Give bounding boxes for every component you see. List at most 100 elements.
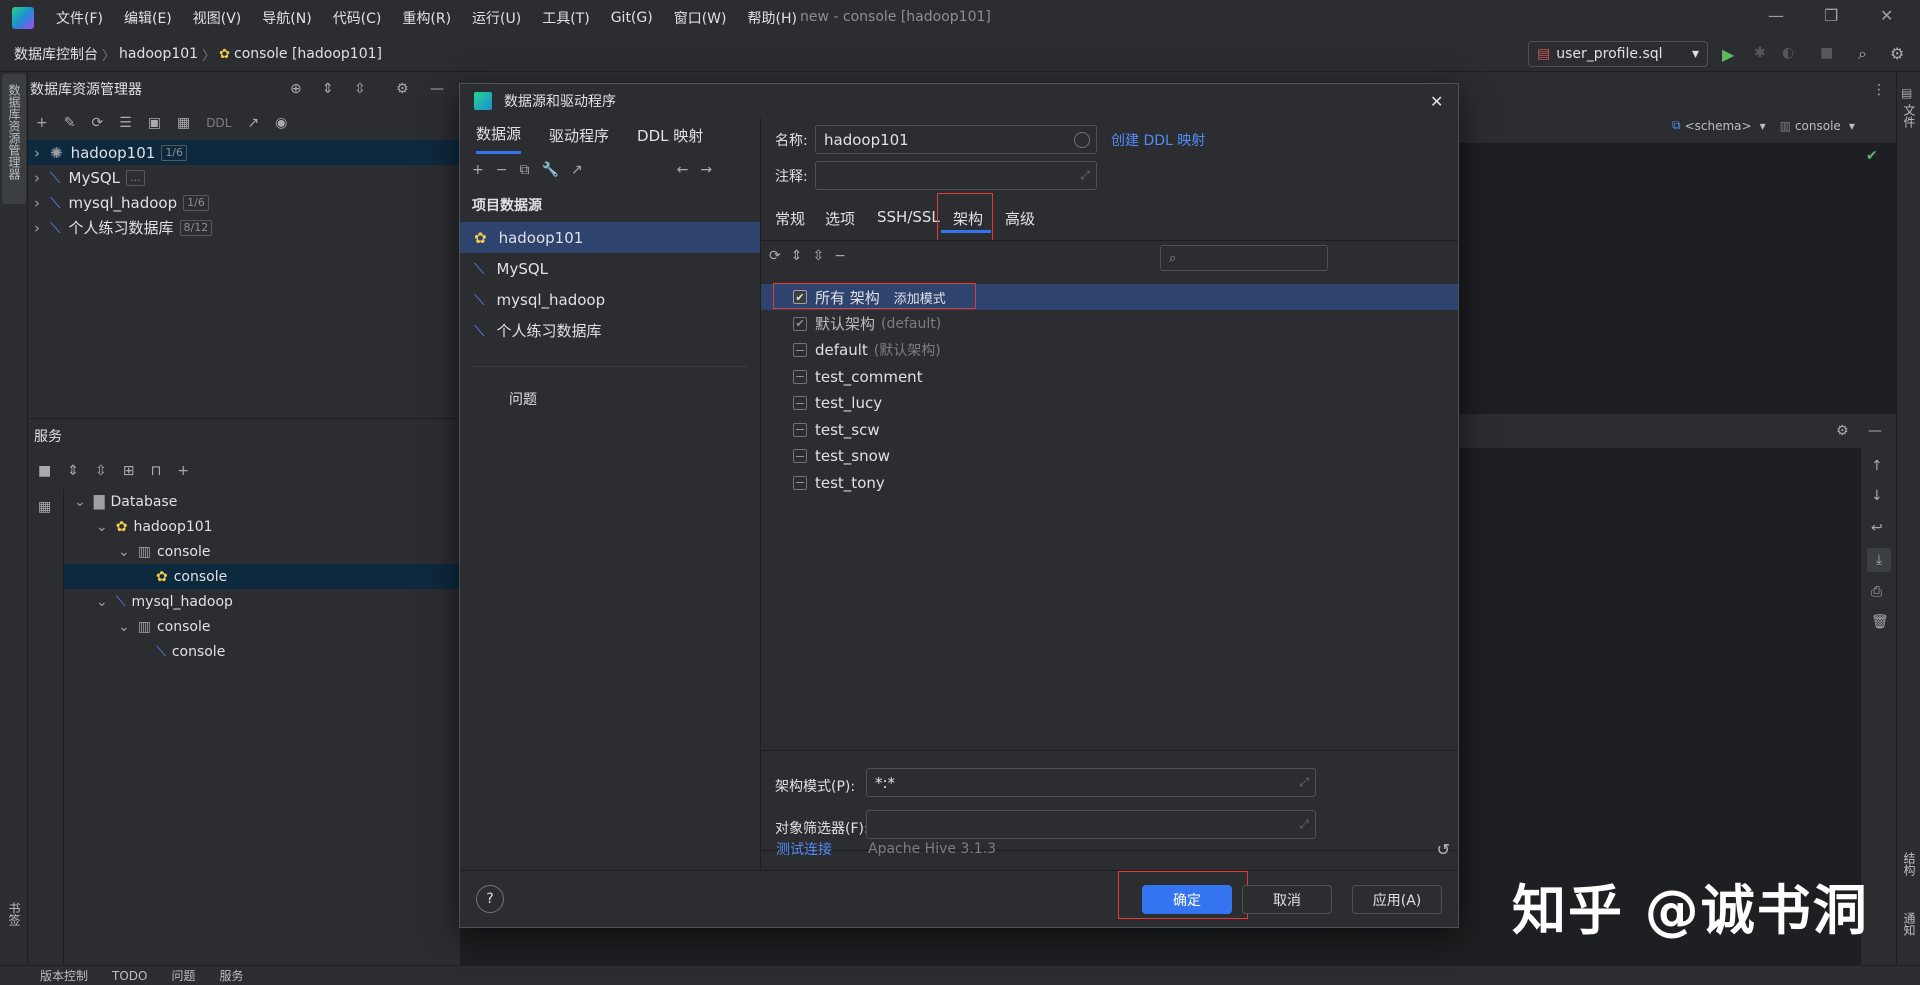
- wrench-icon[interactable]: 🔧: [541, 162, 558, 178]
- test-connection-link[interactable]: 测试连接: [776, 839, 832, 859]
- datasource-item[interactable]: ⟍ MySQL: [460, 253, 760, 284]
- status-services[interactable]: 服务: [220, 967, 244, 984]
- console-selector[interactable]: console: [1795, 119, 1841, 133]
- chevron-down-icon[interactable]: ⌄: [118, 619, 130, 635]
- more-icon[interactable]: ⋮: [1872, 82, 1886, 98]
- soft-wrap-icon[interactable]: ↩: [1871, 520, 1883, 536]
- forward-icon[interactable]: →: [700, 162, 712, 178]
- chevron-right-icon[interactable]: ›: [34, 194, 40, 212]
- close-icon[interactable]: ✕: [1430, 92, 1443, 111]
- menu-item[interactable]: 代码(C): [333, 8, 382, 28]
- schema-row[interactable]: test_comment: [761, 364, 1458, 390]
- collapse-all-icon[interactable]: ⇳: [812, 248, 824, 264]
- checkbox[interactable]: [793, 422, 807, 437]
- service-tree-item[interactable]: ⌄ ⟍ mysql_hadoop: [64, 589, 460, 614]
- gear-icon[interactable]: ⚙: [396, 81, 409, 97]
- schema-selector[interactable]: <schema>: [1685, 119, 1752, 133]
- service-tree-item[interactable]: ⌄ ▇ Database: [64, 489, 460, 514]
- search-icon[interactable]: ⌕: [1858, 44, 1867, 64]
- tab-advanced[interactable]: 高级: [1005, 208, 1035, 229]
- dialog-left-tab[interactable]: 数据源: [476, 116, 522, 154]
- console-icon[interactable]: ▣: [148, 115, 161, 131]
- collapse-all-icon[interactable]: ⇳: [354, 81, 366, 97]
- trash-icon[interactable]: 🗑: [1871, 614, 1889, 630]
- service-tree-item[interactable]: ✿ console: [64, 564, 460, 589]
- revert-icon[interactable]: ↺: [1437, 840, 1450, 859]
- db-tree-item[interactable]: › ⟍ 个人练习数据库 8/12: [28, 215, 460, 240]
- minus-icon[interactable]: −: [834, 248, 846, 264]
- schema-pattern-field[interactable]: *:* ⤢: [866, 768, 1316, 797]
- service-tree-item[interactable]: ⌄ ▥ console: [64, 539, 460, 564]
- ddl-button[interactable]: DDL: [206, 116, 231, 130]
- checkbox[interactable]: [793, 396, 807, 410]
- chevron-down-icon[interactable]: ⌄: [118, 544, 130, 560]
- menu-item[interactable]: Git(G): [611, 10, 653, 26]
- settings-icon[interactable]: ⚙: [1890, 44, 1904, 63]
- duplicate-icon[interactable]: ⧉: [519, 162, 529, 178]
- table-icon[interactable]: ▦: [177, 115, 190, 131]
- checkbox[interactable]: [793, 369, 807, 384]
- menu-item[interactable]: 文件(F): [56, 8, 103, 28]
- notifications-strip-label[interactable]: 通知: [1901, 912, 1918, 936]
- add-icon[interactable]: +: [36, 115, 48, 131]
- chevron-right-icon[interactable]: ›: [34, 144, 40, 162]
- chevron-down-icon[interactable]: ⌄: [96, 594, 108, 610]
- tab-general[interactable]: 常规: [775, 208, 805, 229]
- breadcrumb-item[interactable]: console [hadoop101]: [234, 46, 382, 62]
- add-icon[interactable]: +: [472, 162, 484, 178]
- datasource-item[interactable]: ⟍ mysql_hadoop: [460, 284, 760, 315]
- back-icon[interactable]: ←: [677, 162, 689, 178]
- tab-options[interactable]: 选项: [825, 208, 855, 229]
- schema-row[interactable]: test_scw: [761, 417, 1458, 443]
- minimize-icon[interactable]: —: [1768, 6, 1784, 25]
- status-vcs[interactable]: 版本控制: [40, 967, 88, 984]
- expand-all-icon[interactable]: ⇕: [791, 248, 803, 264]
- run-config-selector[interactable]: ▤ user_profile.sql ▾: [1528, 41, 1708, 67]
- menu-item[interactable]: 工具(T): [542, 8, 589, 28]
- hide-panel-icon[interactable]: —: [430, 81, 444, 97]
- remove-icon[interactable]: −: [496, 162, 508, 178]
- coverage-icon[interactable]: ◐: [1782, 45, 1794, 61]
- datasource-item[interactable]: ✿ hadoop101: [460, 222, 760, 253]
- menu-item[interactable]: 编辑(E): [124, 8, 172, 28]
- target-icon[interactable]: ⊕: [290, 81, 302, 97]
- dialog-left-tab[interactable]: DDL 映射: [637, 118, 703, 153]
- db-tree-item[interactable]: › ⟍ MySQL...: [28, 165, 460, 190]
- gear-icon[interactable]: ⚙: [1836, 423, 1849, 439]
- properties-icon[interactable]: ✎: [64, 115, 76, 131]
- object-filter-field[interactable]: ⤢: [866, 810, 1316, 839]
- schema-row[interactable]: test_lucy: [761, 390, 1458, 416]
- chevron-down-icon[interactable]: ⌄: [96, 519, 108, 535]
- cancel-button[interactable]: 取消: [1242, 885, 1332, 914]
- service-tree-item[interactable]: ⟍ console: [64, 639, 460, 664]
- files-strip-label[interactable]: 文件: [1901, 104, 1918, 128]
- schema-search-input[interactable]: ⌕: [1160, 245, 1328, 271]
- debug-icon[interactable]: ✱: [1754, 45, 1766, 61]
- service-tree-item[interactable]: ⌄ ▥ console: [64, 614, 460, 639]
- structure-strip-label[interactable]: 结构: [1901, 852, 1918, 876]
- db-stack-icon[interactable]: ☰: [119, 115, 132, 131]
- print-icon[interactable]: ⎙: [1871, 584, 1882, 600]
- color-circle-icon[interactable]: [1074, 131, 1090, 148]
- group-icon[interactable]: ⊞: [123, 463, 135, 479]
- menu-item[interactable]: 重构(R): [402, 8, 451, 28]
- scroll-to-end-icon[interactable]: ⤓: [1867, 548, 1891, 572]
- hide-panel-icon[interactable]: —: [1868, 423, 1882, 439]
- menu-item[interactable]: 运行(U): [472, 8, 521, 28]
- expand-icon[interactable]: ⤢: [1080, 168, 1090, 183]
- name-field[interactable]: hadoop101: [815, 125, 1097, 154]
- datasource-item[interactable]: ⟍ 个人练习数据库: [460, 315, 760, 346]
- menu-item[interactable]: 帮助(H): [747, 8, 796, 28]
- refresh-icon[interactable]: ⟳: [769, 248, 781, 264]
- schema-row[interactable]: default (默认架构): [761, 337, 1458, 363]
- db-tree-item[interactable]: › ⟍ mysql_hadoop 1/6: [28, 190, 460, 215]
- status-todo[interactable]: TODO: [112, 969, 147, 983]
- layout-icon[interactable]: ▦: [38, 499, 51, 515]
- stop-icon[interactable]: ■: [1820, 45, 1833, 61]
- bookmarks-strip-label[interactable]: 书签: [6, 902, 23, 926]
- checkbox[interactable]: [793, 449, 807, 463]
- menu-item[interactable]: 窗口(W): [674, 8, 727, 28]
- eye-icon[interactable]: ◉: [275, 115, 287, 131]
- arrow-up-icon[interactable]: ↑: [1871, 458, 1883, 474]
- schema-row[interactable]: test_tony: [761, 470, 1458, 496]
